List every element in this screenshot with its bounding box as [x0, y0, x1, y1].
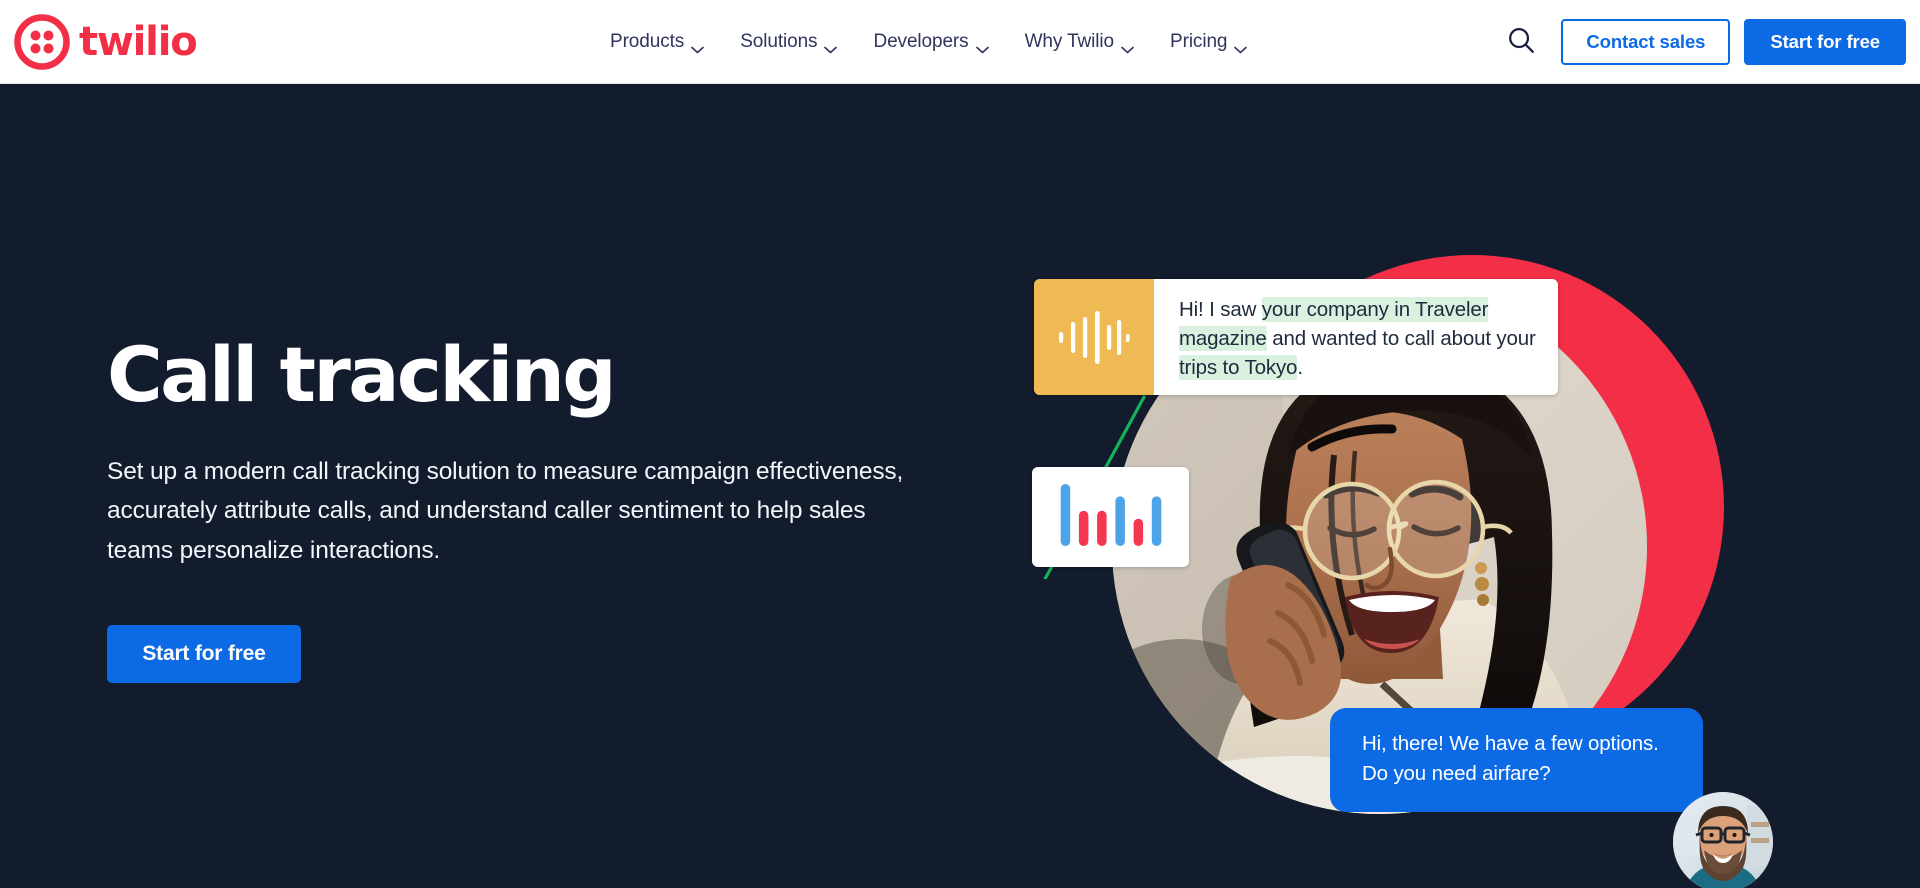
transcript-card: Hi! I saw your company in Traveler magaz… [1034, 279, 1558, 395]
nav-item-developers[interactable]: Developers [855, 23, 1006, 61]
header-actions: Contact sales Start for free [1495, 0, 1906, 84]
search-icon [1506, 25, 1536, 60]
main-nav: Products Solutions Developers Why Twilio… [592, 0, 1265, 84]
nav-item-label: Pricing [1170, 31, 1228, 52]
nav-item-solutions[interactable]: Solutions [722, 23, 855, 61]
chat-bubble: Hi, there! We have a few options. Do you… [1330, 708, 1703, 813]
twilio-logo-icon [14, 14, 70, 70]
hero-copy: Call tracking Set up a modern call track… [107, 330, 927, 683]
chevron-down-icon [824, 38, 838, 54]
twilio-wordmark: twilio [79, 19, 198, 65]
nav-item-label: Solutions [740, 31, 818, 52]
analytics-card [1032, 467, 1189, 567]
transcript-seg-plain: and wanted to call about your [1266, 327, 1536, 351]
chevron-down-icon [975, 38, 989, 54]
contact-sales-button[interactable]: Contact sales [1561, 19, 1731, 65]
start-for-free-button-hero[interactable]: Start for free [107, 624, 301, 683]
chevron-down-icon [1234, 38, 1248, 54]
page-title: Call tracking [107, 330, 617, 419]
twilio-logo[interactable]: twilio [14, 14, 198, 70]
chevron-down-icon [691, 38, 704, 54]
search-button[interactable] [1495, 16, 1547, 68]
transcript-seg-plain: . [1297, 356, 1303, 380]
nav-item-pricing[interactable]: Pricing [1152, 23, 1265, 61]
nav-item-label: Products [610, 31, 685, 52]
start-for-free-button-header[interactable]: Start for free [1744, 19, 1906, 65]
hero-subtitle: Set up a modern call tracking solution t… [107, 457, 904, 564]
chevron-down-icon [1121, 38, 1134, 54]
transcript-seg-plain: Hi! I saw [1179, 298, 1262, 321]
nav-item-label: Developers [873, 31, 969, 52]
nav-item-why-twilio[interactable]: Why Twilio [1007, 23, 1152, 61]
transcript-seg-highlight: trips to Tokyo [1179, 355, 1298, 381]
transcript-text: Hi! I saw your company in Traveler magaz… [1154, 279, 1558, 395]
nav-item-products[interactable]: Products [592, 23, 722, 61]
hero-section: Hi! I saw your company in Traveler magaz… [0, 84, 1920, 888]
audio-waveform-icon [1034, 279, 1154, 395]
nav-item-label: Why Twilio [1024, 31, 1115, 52]
bar-chart-icon [1052, 483, 1170, 551]
agent-avatar [1673, 792, 1773, 888]
site-header: twilio Products Solutions Developers Why… [0, 0, 1920, 84]
